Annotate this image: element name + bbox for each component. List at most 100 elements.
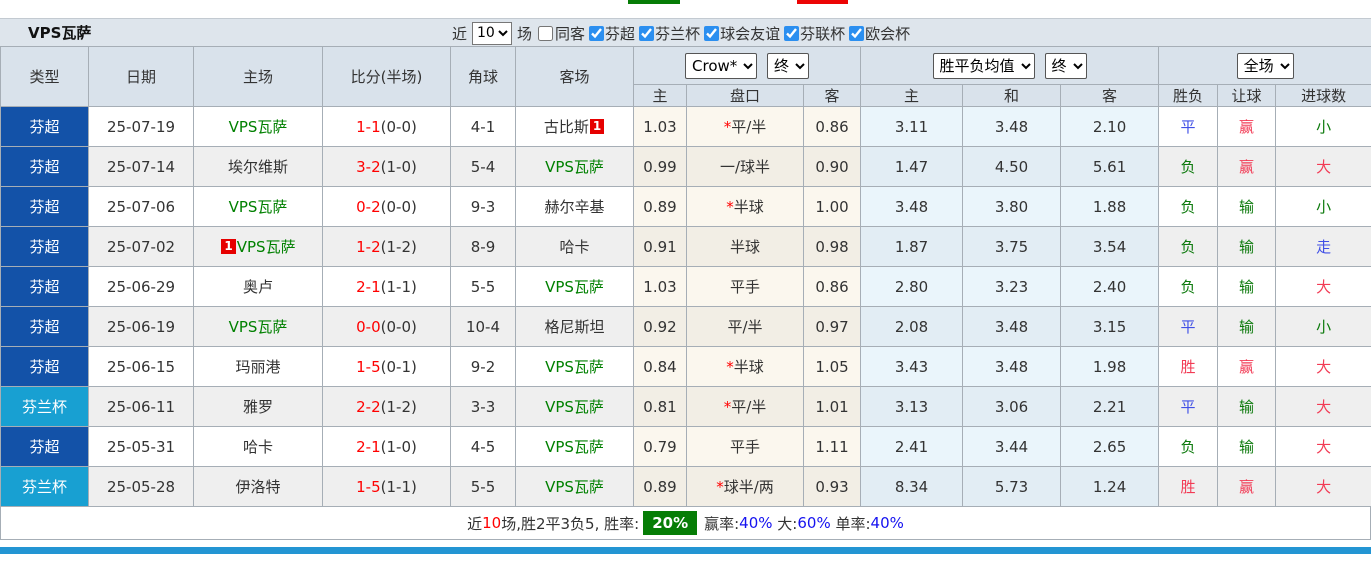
halftime-score: (0-0): [380, 197, 417, 216]
home-team-name[interactable]: VPS瓦萨: [229, 318, 288, 336]
league-checkbox[interactable]: [639, 25, 655, 41]
red-rank-badge: 1: [221, 239, 236, 254]
home-odds-cell: 0.84: [633, 346, 687, 387]
avg-away-cell: 1.24: [1060, 466, 1160, 507]
avg-home-cell: 2.08: [860, 306, 964, 347]
league-type-cell: 芬超: [0, 306, 89, 347]
corner-cell: 4-5: [450, 426, 516, 467]
halftime-score: (0-0): [380, 117, 417, 136]
avg-draw-cell: 3.44: [962, 426, 1062, 467]
league-type-cell: 芬兰杯: [0, 466, 89, 507]
home-team-name[interactable]: VPS瓦萨: [237, 238, 296, 256]
single-label: 单率:: [835, 514, 871, 533]
home-odds-cell: 1.03: [633, 266, 687, 307]
away-team-name[interactable]: 古比斯: [544, 118, 589, 136]
league-toggle-finland-cup[interactable]: 芬兰杯: [635, 23, 700, 44]
date-cell: 25-07-02: [88, 226, 194, 267]
footer-recent-count: 10: [482, 514, 502, 532]
home-team-cell: VPS瓦萨: [193, 186, 323, 227]
match-row: 芬超 25-07-14 埃尔维斯 3-2(1-0) 5-4 VPS瓦萨 0.99…: [0, 146, 1371, 187]
subheader-avg-home: 主: [860, 84, 964, 107]
handicap-result-cell: 赢: [1217, 466, 1277, 507]
scope-header: 全场: [1158, 46, 1371, 85]
result-cell: 负: [1158, 226, 1219, 267]
fulltime-score: 1-1: [356, 117, 381, 136]
handicap-cell: 平/半: [686, 306, 804, 347]
home-team-name[interactable]: 玛丽港: [235, 358, 280, 376]
away-team-name[interactable]: VPS瓦萨: [545, 438, 604, 456]
away-team-name[interactable]: VPS瓦萨: [545, 478, 604, 496]
home-odds-cell: 0.99: [633, 146, 687, 187]
home-odds-cell: 0.91: [633, 226, 687, 267]
fulltime-score: 1-2: [356, 237, 381, 256]
halftime-score: (1-1): [380, 277, 417, 296]
avg-draw-cell: 3.48: [962, 346, 1062, 387]
home-team-cell: 雅罗: [193, 386, 323, 427]
date-cell: 25-06-11: [88, 386, 194, 427]
col-header-type: 类型: [0, 46, 89, 107]
goals-result-cell: 大: [1275, 266, 1371, 307]
league-checkbox[interactable]: [589, 25, 605, 41]
date-cell: 25-05-28: [88, 466, 194, 507]
home-odds-cell: 0.89: [633, 186, 687, 227]
avg-draw-cell: 3.23: [962, 266, 1062, 307]
star-mark: *: [716, 478, 724, 496]
same-away-toggle[interactable]: 同客: [532, 23, 585, 44]
home-team-name[interactable]: 雅罗: [243, 398, 273, 416]
home-team-cell: 埃尔维斯: [193, 146, 323, 187]
avg-odds-select[interactable]: 胜平负均值: [932, 52, 1035, 79]
away-team-name[interactable]: 哈卡: [559, 238, 589, 256]
home-team-cell: 1 VPS瓦萨: [193, 226, 323, 267]
home-team-cell: 伊洛特: [193, 466, 323, 507]
result-cell: 胜: [1158, 466, 1219, 507]
result-cell: 负: [1158, 266, 1219, 307]
home-team-name[interactable]: VPS瓦萨: [229, 118, 288, 136]
footer-summary: 场,胜2平3负5, 胜率:: [501, 514, 640, 533]
away-team-cell: VPS瓦萨: [515, 386, 634, 427]
league-checkbox[interactable]: [849, 25, 865, 41]
goals-result-cell: 大: [1275, 466, 1371, 507]
league-toggle-club-friendly[interactable]: 球会友谊: [700, 23, 780, 44]
scope-select[interactable]: 全场: [1236, 52, 1294, 79]
corner-cell: 5-5: [450, 466, 516, 507]
odds-company-header: Crow* 终: [632, 46, 862, 85]
score-cell: 1-5(1-1): [322, 466, 451, 507]
league-toggle-finland-league-cup[interactable]: 芬联杯: [780, 23, 845, 44]
avg-away-cell: 2.65: [1060, 426, 1160, 467]
away-team-name[interactable]: VPS瓦萨: [545, 358, 604, 376]
avg-time-select[interactable]: 终: [1044, 52, 1087, 79]
halftime-score: (1-0): [380, 157, 417, 176]
home-team-name[interactable]: 伊洛特: [235, 478, 280, 496]
home-team-name[interactable]: VPS瓦萨: [229, 198, 288, 216]
goals-result-cell: 大: [1275, 346, 1371, 387]
away-odds-cell: 0.86: [802, 266, 862, 307]
match-row: 芬兰杯 25-05-28 伊洛特 1-5(1-1) 5-5 VPS瓦萨 0.89…: [0, 466, 1371, 507]
odds-company-select[interactable]: Crow*: [685, 52, 758, 79]
away-team-name[interactable]: VPS瓦萨: [545, 158, 604, 176]
odds-time-select[interactable]: 终: [767, 52, 810, 79]
score-cell: 1-1(0-0): [322, 106, 451, 147]
away-team-name[interactable]: VPS瓦萨: [545, 278, 604, 296]
recent-count-select[interactable]: 10: [472, 21, 513, 45]
away-team-name[interactable]: VPS瓦萨: [545, 398, 604, 416]
score-cell: 2-2(1-2): [322, 386, 451, 427]
away-team-name[interactable]: 格尼斯坦: [544, 318, 604, 336]
goals-result-cell: 小: [1275, 306, 1371, 347]
corner-cell: 4-1: [450, 106, 516, 147]
same-away-checkbox[interactable]: [538, 25, 554, 41]
handicap-text: 平/半: [731, 118, 767, 136]
home-team-name[interactable]: 埃尔维斯: [228, 158, 288, 176]
col-header-date: 日期: [88, 46, 194, 107]
league-checkbox[interactable]: [784, 25, 800, 41]
away-team-name[interactable]: 赫尔辛基: [544, 198, 604, 216]
league-label: 球会友谊: [720, 24, 781, 43]
league-toggle-finland-premier[interactable]: 芬超: [585, 23, 635, 44]
avg-away-cell: 2.21: [1060, 386, 1160, 427]
home-team-name[interactable]: 奥卢: [243, 278, 273, 296]
league-checkbox[interactable]: [704, 25, 720, 41]
league-type-cell: 芬超: [0, 226, 89, 267]
bottom-blue-bar: [0, 547, 1371, 554]
home-team-name[interactable]: 哈卡: [243, 438, 273, 456]
handicap-result-cell: 赢: [1217, 146, 1277, 187]
league-toggle-conference-league[interactable]: 欧会杯: [845, 23, 910, 44]
